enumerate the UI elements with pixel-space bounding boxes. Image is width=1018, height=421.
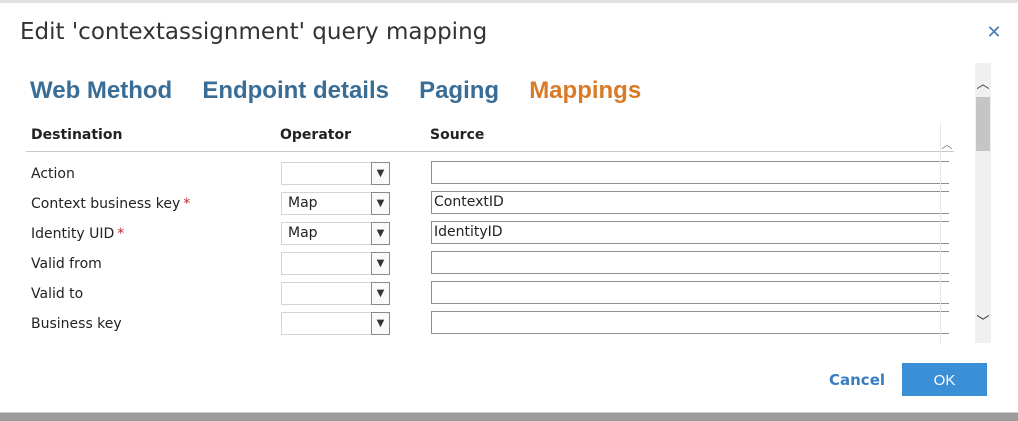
close-icon[interactable]: ✕ (986, 24, 1002, 42)
tab-paging[interactable]: Paging (419, 77, 499, 105)
chevron-down-icon: ▼ (371, 192, 390, 215)
tab-bar: Web Method Endpoint details Paging Mappi… (30, 77, 666, 109)
source-input[interactable] (431, 251, 949, 274)
backdrop (0, 413, 1018, 421)
source-input[interactable] (431, 161, 949, 184)
chevron-down-icon: ▼ (371, 252, 390, 275)
inner-scrollbar[interactable] (940, 123, 957, 343)
tab-mappings[interactable]: Mappings (529, 77, 641, 105)
destination-label: Business key (31, 316, 122, 332)
chevron-up-icon[interactable]: ︿ (940, 136, 954, 151)
operator-select[interactable]: ▼ (281, 162, 390, 185)
header-operator: Operator (280, 127, 351, 143)
dialog-scrollbar[interactable]: ︿ ﹀ (975, 63, 991, 343)
cancel-button[interactable]: Cancel (829, 371, 885, 389)
chevron-up-icon[interactable]: ︿ (975, 75, 991, 95)
operator-select[interactable]: ▼ (281, 282, 390, 305)
operator-select[interactable]: ▼ (281, 252, 390, 275)
required-marker: * (117, 226, 125, 242)
tab-web-method[interactable]: Web Method (30, 77, 172, 105)
source-input[interactable] (431, 281, 949, 304)
operator-select[interactable]: Map ▼ (281, 192, 390, 215)
destination-label: Action (31, 166, 75, 182)
table-row: Valid to ▼ (26, 279, 956, 309)
mapping-dialog: Edit 'contextassignment' query mapping ✕… (0, 3, 1018, 413)
table-header: Destination Operator Source (26, 121, 954, 152)
ok-button[interactable]: OK (902, 363, 987, 396)
destination-label: Context business key * (31, 196, 191, 212)
header-source: Source (430, 127, 485, 143)
table-row: Valid from ▼ (26, 249, 956, 279)
chevron-down-icon: ▼ (371, 222, 390, 245)
operator-select[interactable]: ▼ (281, 312, 390, 335)
chevron-down-icon: ▼ (371, 312, 390, 335)
table-row: Identity UID * Map ▼ IdentityID (26, 219, 956, 249)
dialog-title: Edit 'contextassignment' query mapping (20, 19, 488, 45)
destination-label: Valid from (31, 256, 102, 272)
chevron-down-icon[interactable]: ﹀ (975, 313, 991, 333)
header-destination: Destination (31, 127, 123, 143)
destination-label: Identity UID * (31, 226, 125, 242)
chevron-down-icon: ▼ (371, 282, 390, 305)
source-input[interactable] (431, 311, 949, 334)
operator-select[interactable]: Map ▼ (281, 222, 390, 245)
source-input[interactable]: IdentityID (431, 221, 949, 244)
scrollbar-thumb[interactable] (976, 97, 990, 151)
mapping-table: Destination Operator Source Action ▼ Con… (26, 121, 956, 343)
destination-label: Valid to (31, 286, 84, 302)
chevron-down-icon: ▼ (371, 162, 390, 185)
required-marker: * (183, 196, 191, 212)
source-input[interactable]: ContextID (431, 191, 949, 214)
table-row: Action ▼ (26, 159, 956, 189)
table-row: Context business key * Map ▼ ContextID (26, 189, 956, 219)
table-row: Business key ▼ (26, 309, 956, 339)
tab-endpoint-details[interactable]: Endpoint details (202, 77, 389, 105)
